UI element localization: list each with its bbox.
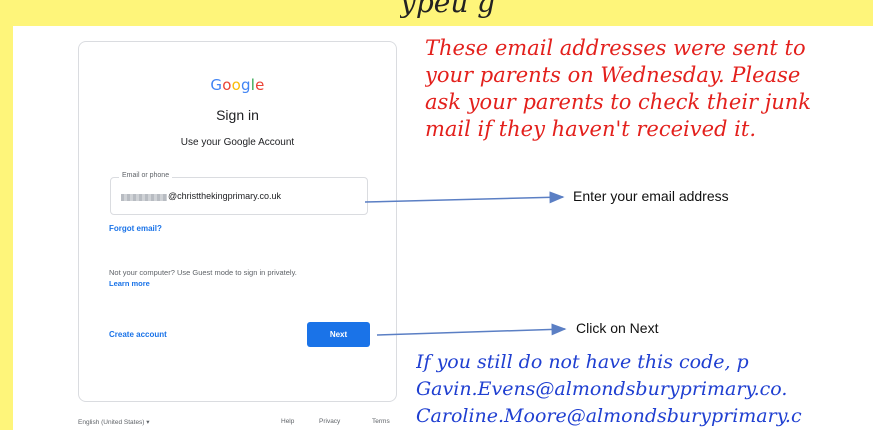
next-annotation: Click on Next (576, 320, 659, 336)
red-note-line: mail if they haven't received it. (425, 117, 756, 141)
forgot-email-link[interactable]: Forgot email? (109, 224, 162, 233)
signin-title: Sign in (216, 107, 259, 123)
learn-more-link[interactable]: Learn more (109, 279, 150, 288)
guest-mode-text: Not your computer? Use Guest mode to sig… (109, 268, 297, 277)
blue-contact-note: If you still do not have this code, p Ga… (416, 349, 873, 430)
google-signin-card: Google Sign in Use your Google Account E… (78, 41, 397, 402)
arrow-to-next-button (376, 323, 567, 336)
cropped-heading: ypeu g (400, 0, 496, 19)
google-logo: Google (210, 76, 265, 94)
next-button[interactable]: Next (307, 322, 370, 347)
email-field-value: @christthekingprimary.co.uk (168, 191, 282, 201)
red-note-line: ask your parents to check their junk (425, 90, 812, 114)
email-field-label: Email or phone (119, 172, 173, 179)
create-account-link[interactable]: Create account (109, 330, 167, 339)
red-note-line: These email addresses were sent to (425, 36, 806, 60)
language-selector[interactable]: English (United States) ▾ (78, 418, 150, 426)
yellow-frame-left (0, 0, 13, 430)
red-instruction-note: These email addresses were sent to your … (425, 35, 873, 143)
footer-privacy-link[interactable]: Privacy (319, 418, 340, 425)
red-note-line: your parents on Wednesday. Please (425, 63, 801, 87)
footer-help-link[interactable]: Help (281, 418, 294, 425)
signin-subtitle: Use your Google Account (180, 137, 295, 148)
blue-note-line: Gavin.Evens@almondsburyprimary.co. (416, 378, 788, 400)
email-annotation: Enter your email address (573, 188, 729, 204)
footer-terms-link[interactable]: Terms (372, 418, 390, 425)
redacted-username (121, 194, 167, 201)
blue-note-line: If you still do not have this code, p (416, 351, 749, 373)
email-field[interactable]: Email or phone @christthekingprimary.co.… (110, 172, 368, 215)
blue-note-line: Caroline.Moore@almondsburyprimary.c (416, 405, 802, 427)
